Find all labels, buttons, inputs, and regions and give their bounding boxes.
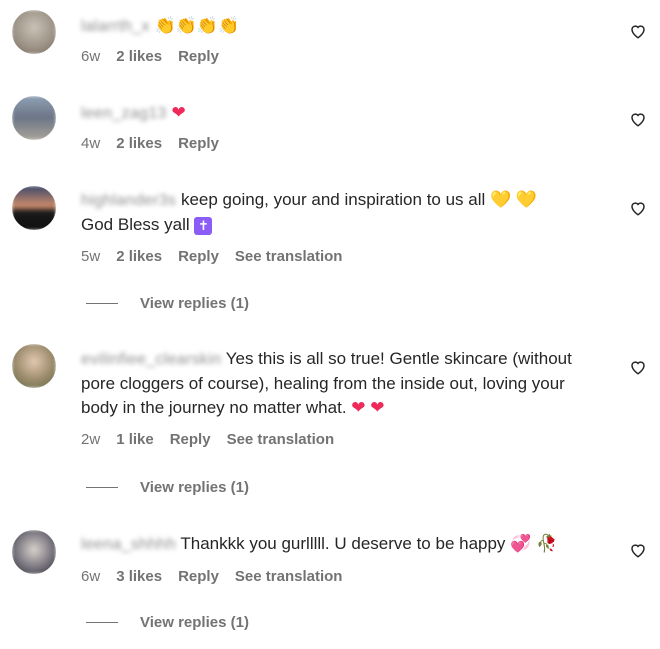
view-replies-label[interactable]: View replies (1) xyxy=(140,295,249,312)
comment-username[interactable]: evilinfiee_clearskin xyxy=(81,348,221,372)
avatar[interactable] xyxy=(12,186,56,230)
heart-outline-icon[interactable] xyxy=(629,358,647,376)
comment-meta: 4w 2 likes Reply xyxy=(81,132,601,156)
reply-button[interactable]: Reply xyxy=(170,428,211,452)
heart-outline-icon[interactable] xyxy=(629,199,647,217)
comment-time[interactable]: 5w xyxy=(81,245,100,269)
likes-count[interactable]: 3 likes xyxy=(116,565,162,589)
view-replies-button[interactable]: View replies (1) xyxy=(86,614,249,631)
comment-emojis: 💛 💛 xyxy=(490,190,538,209)
reply-button[interactable]: Reply xyxy=(178,245,219,269)
reply-button[interactable]: Reply xyxy=(178,45,219,69)
divider-line xyxy=(86,622,118,623)
avatar[interactable] xyxy=(12,10,56,54)
heart-outline-icon[interactable] xyxy=(629,541,647,559)
comment-time[interactable]: 4w xyxy=(81,132,100,156)
avatar[interactable] xyxy=(12,96,56,140)
comment-username[interactable]: leena_shhhh xyxy=(81,533,176,557)
comment-text-2: God Bless yall xyxy=(81,215,190,234)
reply-button[interactable]: Reply xyxy=(178,565,219,589)
heart-outline-icon[interactable] xyxy=(629,22,647,40)
avatar[interactable] xyxy=(12,344,56,388)
view-replies-label[interactable]: View replies (1) xyxy=(140,479,249,496)
view-replies-button[interactable]: View replies (1) xyxy=(86,295,249,312)
heart-outline-icon[interactable] xyxy=(629,110,647,128)
divider-line xyxy=(86,303,118,304)
divider-line xyxy=(86,487,118,488)
comment-meta: 6w 3 likes Reply See translation xyxy=(81,565,601,589)
comment-meta: 2w 1 like Reply See translation xyxy=(81,428,601,452)
see-translation-button[interactable]: See translation xyxy=(235,565,343,589)
comment-text: keep going, your and inspiration to us a… xyxy=(180,190,486,209)
likes-count[interactable]: 2 likes xyxy=(116,132,162,156)
view-replies-label[interactable]: View replies (1) xyxy=(140,614,249,631)
comment-meta: 6w 2 likes Reply xyxy=(81,45,601,69)
comment-emojis: ❤ ❤ xyxy=(351,398,385,417)
comment-emojis: 👏👏👏👏 xyxy=(154,16,240,35)
likes-count[interactable]: 2 likes xyxy=(116,45,162,69)
see-translation-button[interactable]: See translation xyxy=(235,245,343,269)
likes-count[interactable]: 2 likes xyxy=(116,245,162,269)
view-replies-button[interactable]: View replies (1) xyxy=(86,479,249,496)
see-translation-button[interactable]: See translation xyxy=(227,428,335,452)
comment-time[interactable]: 2w xyxy=(81,428,100,452)
avatar[interactable] xyxy=(12,530,56,574)
comment-username[interactable]: highlander3s xyxy=(81,189,176,213)
comment-text: Thankkk you gurlllll. U deserve to be ha… xyxy=(180,534,506,553)
comment-emojis: 💞 🥀 xyxy=(510,534,558,553)
comment-username[interactable]: leen_zag13 xyxy=(81,102,167,126)
comment-username[interactable]: lalarrth_x xyxy=(81,15,150,39)
comment-time[interactable]: 6w xyxy=(81,45,100,69)
comment-meta: 5w 2 likes Reply See translation xyxy=(81,245,601,269)
comment-emojis: ❤ xyxy=(171,103,186,122)
cross-emoji-icon: ✝ xyxy=(194,216,213,235)
likes-count[interactable]: 1 like xyxy=(116,428,154,452)
comment-time[interactable]: 6w xyxy=(81,565,100,589)
reply-button[interactable]: Reply xyxy=(178,132,219,156)
